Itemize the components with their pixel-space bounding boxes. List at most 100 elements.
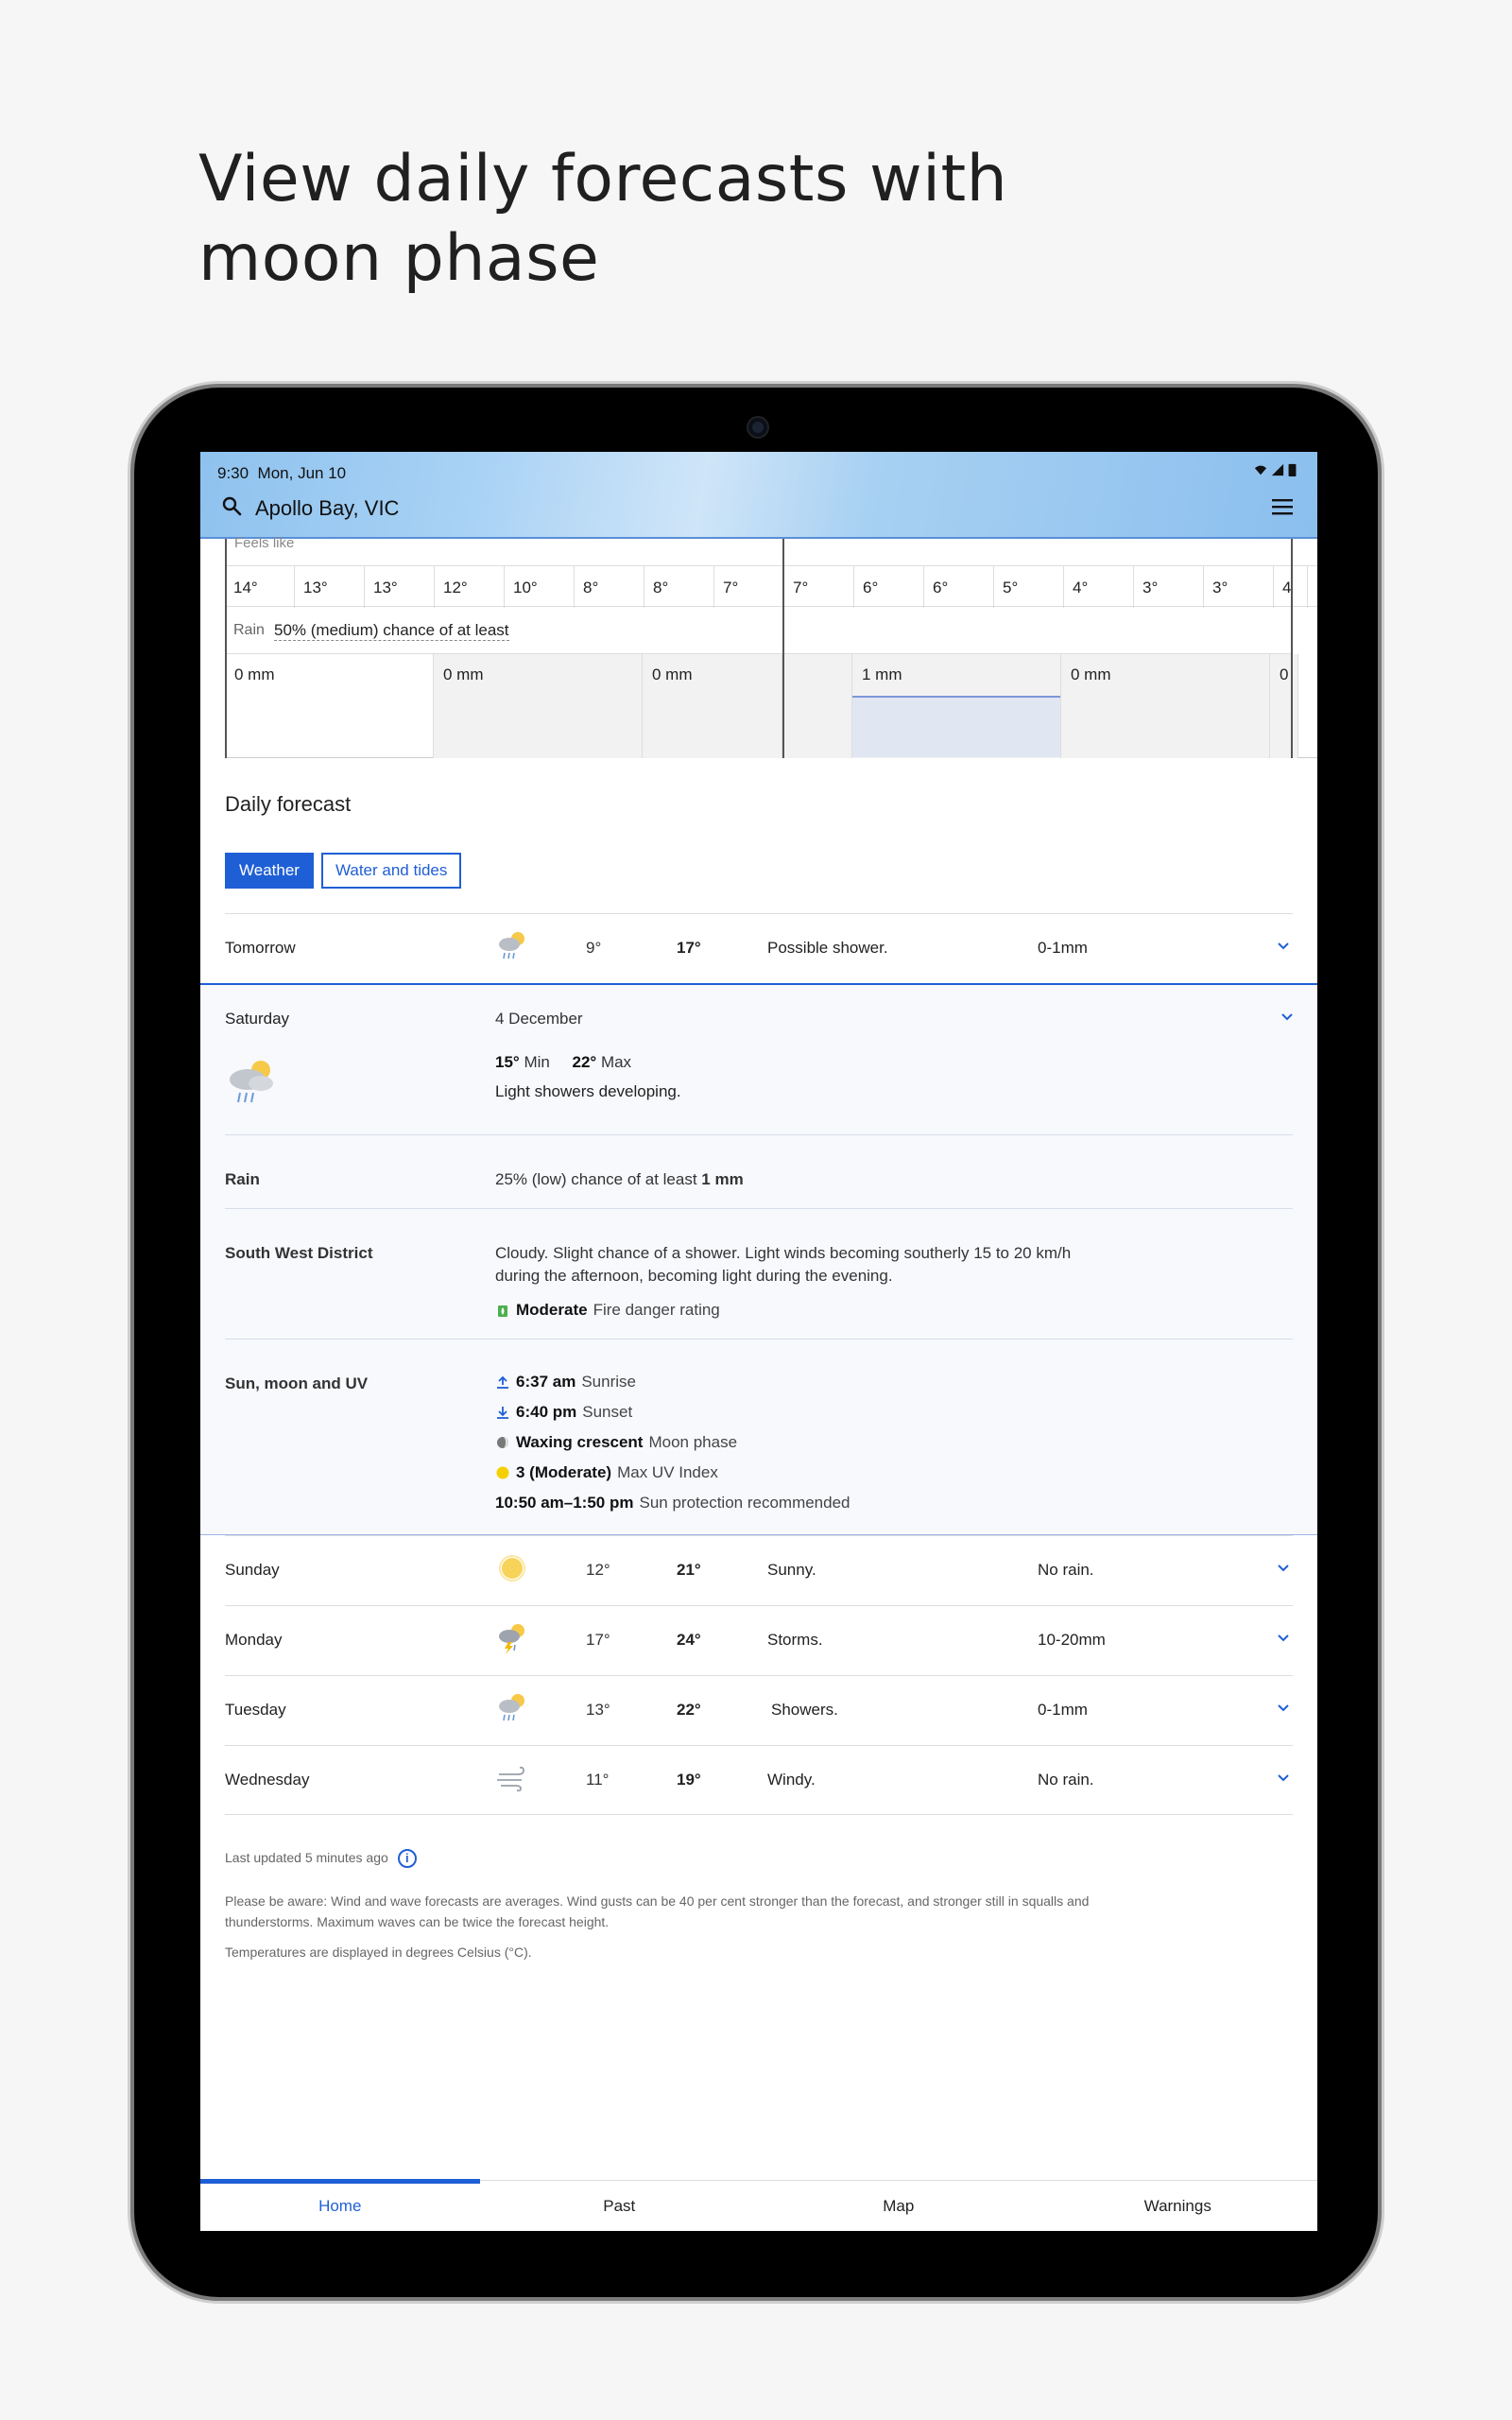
rain-amount: 0 xyxy=(1280,666,1289,683)
fire-danger-icon xyxy=(498,1305,507,1317)
hourly-table: Feels like 14° 13° 13° 12° 10° 8° 8° 7° … xyxy=(225,535,1317,758)
row-description: Sunny. xyxy=(767,1561,816,1579)
feels-like-row: 14° 13° 13° 12° 10° 8° 8° 7° 7° 6° 6° 5°… xyxy=(225,565,1317,608)
district-text: during the afternoon, becoming light dur… xyxy=(495,1267,893,1285)
district-label: South West District xyxy=(225,1244,373,1262)
wifi-icon xyxy=(1254,465,1267,475)
rain-amount-cell: 0 mm xyxy=(225,654,434,758)
row-max: 21° xyxy=(677,1561,701,1579)
sun-moon-uv-label: Sun, moon and UV xyxy=(225,1374,369,1392)
moon-phase-label: Moon phase xyxy=(648,1433,738,1451)
district-text: Cloudy. Slight chance of a shower. Light… xyxy=(495,1244,1072,1262)
table-border xyxy=(225,539,227,758)
forecast-row-tuesday[interactable]: Tuesday 13° 22° Showers. 0-1mm xyxy=(225,1675,1293,1745)
row-min: 9° xyxy=(586,939,602,957)
sunset-icon xyxy=(497,1407,508,1419)
shower-sun-icon xyxy=(499,932,524,959)
info-icon[interactable]: i xyxy=(397,1849,417,1869)
rain-amount: 0 mm xyxy=(443,666,484,683)
temp-cell: 10° xyxy=(505,566,575,608)
uv-value: 3 (Moderate) xyxy=(516,1463,612,1481)
sunrise: 6:37 am Sunrise xyxy=(495,1373,636,1392)
sunrise-time: 6:37 am xyxy=(516,1373,576,1391)
rain-bar xyxy=(852,696,1060,757)
status-date: Mon, Jun 10 xyxy=(257,464,347,482)
rain-amount: 0 mm xyxy=(234,666,275,683)
sunset-label: Sunset xyxy=(582,1403,633,1421)
feels-like-label: Feels like xyxy=(234,535,295,551)
nav-past[interactable]: Past xyxy=(480,2181,760,2231)
last-updated: Last updated 5 minutes ago i xyxy=(225,1847,417,1869)
chevron-down-icon[interactable] xyxy=(1276,1631,1291,1646)
row-rain: No rain. xyxy=(1038,1771,1094,1789)
chevron-up-icon[interactable] xyxy=(1280,1010,1295,1025)
forecast-row-monday[interactable]: Monday 17° 24° Storms. 10-20mm xyxy=(225,1605,1293,1675)
row-rain: 10-20mm xyxy=(1038,1631,1106,1649)
rain-row: Rain 50% (medium) chance of at least xyxy=(225,607,1293,654)
divider xyxy=(225,1134,1293,1135)
signal-icon xyxy=(1271,463,1284,476)
row-min: 17° xyxy=(586,1631,610,1649)
rain-amount-cell: 0 mm xyxy=(434,654,643,758)
search-icon[interactable] xyxy=(221,495,244,518)
rain-amount-cell: 0 mm xyxy=(1061,654,1270,758)
row-min: 13° xyxy=(586,1701,610,1719)
clock: 9:30 xyxy=(217,464,249,482)
day-divider xyxy=(1291,539,1293,758)
moon-phase-icon xyxy=(497,1437,508,1448)
expanded-min: 15° xyxy=(495,1053,520,1071)
fire-label: Fire danger rating xyxy=(593,1301,720,1319)
max-label: Max xyxy=(600,1053,632,1071)
expanded-date: 4 December xyxy=(495,1010,583,1028)
row-description: Storms. xyxy=(767,1631,823,1649)
chevron-down-icon[interactable] xyxy=(1276,939,1291,954)
chevron-down-icon[interactable] xyxy=(1276,1701,1291,1716)
rain-label: Rain xyxy=(233,622,265,638)
menu-icon[interactable] xyxy=(1272,497,1293,516)
nav-home[interactable]: Home xyxy=(200,2179,480,2231)
daily-forecast-title: Daily forecast xyxy=(225,792,352,816)
expanded-summary: Light showers developing. xyxy=(495,1082,681,1100)
nav-warnings[interactable]: Warnings xyxy=(1039,2181,1318,2231)
forecast-row-wednesday[interactable]: Wednesday 11° 19° Windy. No rain. xyxy=(225,1745,1293,1815)
day-divider xyxy=(782,539,784,758)
forecast-row-sunday[interactable]: Sunday 12° 21° Sunny. No rain. xyxy=(225,1535,1293,1605)
app-screen: 9:30 Mon, Jun 10 Apollo Bay, VIC Feels l… xyxy=(200,452,1317,2231)
chevron-down-icon[interactable] xyxy=(1276,1561,1291,1576)
status-icons xyxy=(1254,463,1297,476)
temp-cell: 13° xyxy=(295,566,365,608)
row-day: Tomorrow xyxy=(225,939,296,957)
expanded-day-name: Saturday xyxy=(225,1010,290,1028)
rain-section-label: Rain xyxy=(225,1170,260,1188)
expanded-day-saturday: Saturday 4 December 15° Min 22° Max Ligh… xyxy=(200,983,1317,1535)
temp-cell: 8° xyxy=(575,566,644,608)
forecast-row-tomorrow[interactable]: Tomorrow 9° 17° Possible shower. 0-1mm xyxy=(225,913,1293,983)
temp-cell: 8° xyxy=(644,566,714,608)
row-rain: No rain. xyxy=(1038,1561,1094,1579)
sunrise-icon xyxy=(497,1375,508,1389)
uv-index: 3 (Moderate) Max UV Index xyxy=(495,1463,718,1482)
app-header: 9:30 Mon, Jun 10 Apollo Bay, VIC xyxy=(200,452,1317,539)
moon-phase-value: Waxing crescent xyxy=(516,1433,644,1451)
nav-map[interactable]: Map xyxy=(759,2181,1039,2231)
row-day: Sunday xyxy=(225,1561,280,1579)
row-day: Wednesday xyxy=(225,1771,310,1789)
promo-headline: View daily forecasts with moon phase xyxy=(198,142,1008,296)
rain-amount: 1 mm xyxy=(701,1170,744,1188)
tab-water-and-tides[interactable]: Water and tides xyxy=(320,853,462,889)
sun-protection: 10:50 am–1:50 pm Sun protection recommen… xyxy=(495,1494,850,1512)
location-title[interactable]: Apollo Bay, VIC xyxy=(255,496,399,521)
units-note: Temperatures are displayed in degrees Ce… xyxy=(225,1945,532,1960)
temp-cell: 12° xyxy=(435,566,505,608)
row-max: 24° xyxy=(677,1631,701,1649)
row-description: Showers. xyxy=(771,1701,838,1719)
row-rain: 0-1mm xyxy=(1038,939,1088,957)
wind-icon xyxy=(497,1766,524,1792)
row-description: Windy. xyxy=(767,1771,816,1789)
rain-chance[interactable]: 50% (medium) chance of at least xyxy=(274,621,509,641)
chevron-down-icon[interactable] xyxy=(1276,1771,1291,1786)
rain-amount-gap xyxy=(782,654,852,758)
tab-weather[interactable]: Weather xyxy=(225,853,314,889)
row-max: 17° xyxy=(677,939,701,957)
rain-amount-cell: 1 mm xyxy=(852,654,1061,758)
